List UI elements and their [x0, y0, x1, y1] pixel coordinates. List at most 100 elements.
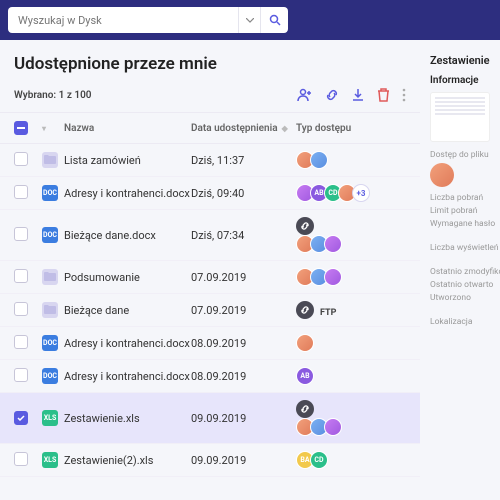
table-body: Lista zamówieńDziś, 11:37DOCAdresy i kon…	[0, 144, 420, 477]
download-button[interactable]	[351, 88, 365, 102]
header-checkbox[interactable]	[14, 121, 28, 135]
selection-info: Wybrano: 1 z 100	[14, 90, 92, 101]
row-access: AB	[296, 367, 406, 385]
search-dropdown[interactable]	[238, 7, 260, 33]
row-checkbox[interactable]	[14, 152, 28, 166]
toolbar-actions	[297, 88, 406, 102]
row-access	[296, 217, 406, 253]
meta-label: Limit pobrań	[430, 206, 500, 216]
xls-file-icon: XLS	[42, 410, 58, 426]
docx-file-icon: DOC	[42, 227, 58, 243]
table-row[interactable]: DOC Adresy i kontrahenci.docx08.09.2019AB	[0, 360, 420, 393]
avatar[interactable]	[310, 151, 328, 169]
owner-avatar[interactable]	[430, 163, 454, 187]
link-badge-icon	[296, 301, 314, 319]
table-row[interactable]: XLS Zestawienie.xls09.09.2019	[0, 393, 420, 444]
docx-file-icon: DOC	[42, 335, 58, 351]
row-name: Zestawienie.xls	[64, 412, 191, 425]
sort-icon[interactable]: ▾	[42, 124, 46, 133]
header-date[interactable]: Data udostępnienia◆	[191, 123, 296, 134]
ftp-badge: FTP	[320, 308, 336, 318]
avatar[interactable]	[324, 235, 342, 253]
side-title: Zestawienie	[430, 54, 500, 67]
row-checkbox[interactable]	[14, 302, 28, 316]
table-row[interactable]: DOCAdresy i kontrahenci.docx08.09.2019	[0, 327, 420, 360]
table-row[interactable]: Bieżące dane07.09.2019 FTP	[0, 294, 420, 327]
row-name: Adresy i kontrahenci.docx	[64, 370, 191, 383]
meta-label: Ostatnio otwarto	[430, 280, 500, 290]
search-button[interactable]	[260, 7, 288, 33]
link-badge-icon	[296, 400, 314, 418]
row-access: BACD	[296, 451, 406, 469]
search-wrap	[8, 7, 288, 33]
table-row[interactable]: Lista zamówieńDziś, 11:37	[0, 144, 420, 177]
docx-file-icon: DOC	[42, 368, 58, 384]
meta-label: Dostęp do pliku	[430, 150, 500, 160]
row-access: ABCD+3	[296, 184, 406, 202]
table-row[interactable]: DOC Bieżące dane.docxDziś, 07:34	[0, 210, 420, 261]
row-date: Dziś, 07:34	[191, 229, 296, 242]
folder-icon	[42, 152, 58, 168]
avatar[interactable]	[324, 268, 342, 286]
header-name[interactable]: Nazwa	[64, 123, 191, 134]
table-row[interactable]: DOC Adresy i kontrahenci.docxDziś, 09:40A…	[0, 177, 420, 210]
more-button[interactable]	[402, 88, 406, 102]
meta-label: Wymagane hasło	[430, 219, 500, 229]
folder-icon	[42, 269, 58, 285]
row-checkbox[interactable]	[14, 411, 28, 425]
more-vertical-icon	[402, 88, 406, 102]
row-name: Bieżące dane.docx	[64, 229, 191, 242]
download-icon	[351, 88, 365, 102]
row-name: Adresy i kontrahenci.docx	[64, 187, 191, 200]
avatar[interactable]	[324, 418, 342, 436]
avatar[interactable]: AB	[296, 367, 314, 385]
row-checkbox[interactable]	[14, 368, 28, 382]
row-name: Lista zamówień	[64, 154, 191, 167]
row-name: Zestawienie(2).xls	[64, 454, 191, 467]
row-date: 09.09.2019	[191, 454, 296, 467]
row-checkbox[interactable]	[14, 185, 28, 199]
row-date: 08.09.2019	[191, 337, 296, 350]
table-row[interactable]: Podsumowanie07.09.2019	[0, 261, 420, 294]
add-user-button[interactable]	[297, 88, 313, 102]
add-user-icon	[297, 88, 313, 102]
xls-file-icon: XLS	[42, 452, 58, 468]
file-thumbnail[interactable]	[430, 92, 490, 142]
search-input[interactable]	[8, 7, 238, 33]
trash-icon	[377, 88, 390, 102]
topbar	[0, 0, 500, 40]
row-date: Dziś, 09:40	[191, 187, 296, 200]
side-info-label: Informacje	[430, 75, 500, 86]
header-access[interactable]: Typ dostępu	[296, 123, 406, 134]
avatar[interactable]	[296, 334, 314, 352]
delete-button[interactable]	[377, 88, 390, 102]
main-panel: Udostępnione przeze mnie Wybrano: 1 z 10…	[0, 40, 420, 500]
row-checkbox[interactable]	[14, 335, 28, 349]
row-date: 07.09.2019	[191, 304, 296, 317]
link-badge-icon	[296, 217, 314, 235]
row-checkbox[interactable]	[14, 452, 28, 466]
row-name: Podsumowanie	[64, 271, 191, 284]
row-checkbox[interactable]	[14, 269, 28, 283]
search-icon	[269, 14, 281, 26]
row-access	[296, 334, 406, 352]
row-access	[296, 151, 406, 169]
row-date: 09.09.2019	[191, 412, 296, 425]
row-access	[296, 268, 406, 286]
meta-label: Utworzono	[430, 293, 500, 303]
meta-label: Lokalizacja	[430, 317, 500, 327]
docx-file-icon: DOC	[42, 185, 58, 201]
page-title: Udostępnione przeze mnie	[0, 54, 420, 74]
avatar[interactable]: CD	[310, 451, 328, 469]
link-icon	[325, 88, 339, 102]
avatar-more[interactable]: +3	[352, 184, 370, 202]
row-checkbox[interactable]	[14, 227, 28, 241]
toolbar: Wybrano: 1 z 100	[0, 88, 420, 113]
table-row[interactable]: XLS Zestawienie(2).xls09.09.2019BACD	[0, 444, 420, 477]
row-access: FTP	[296, 301, 406, 319]
side-panel: Zestawienie Informacje Dostęp do pliku L…	[420, 40, 500, 500]
row-date: 08.09.2019	[191, 370, 296, 383]
link-button[interactable]	[325, 88, 339, 102]
chevron-down-icon	[246, 18, 254, 23]
row-name: Bieżące dane	[64, 304, 191, 317]
